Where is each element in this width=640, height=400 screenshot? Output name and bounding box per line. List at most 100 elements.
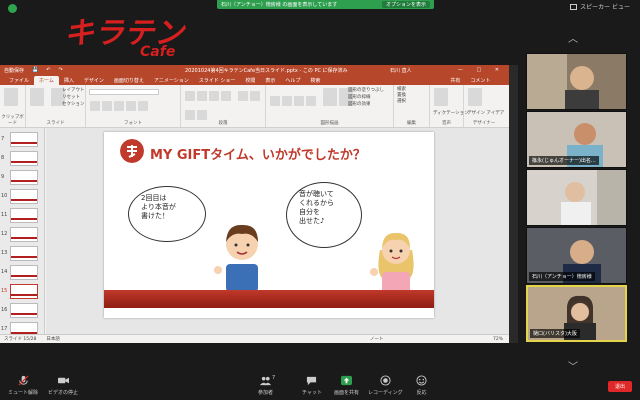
- save-icon[interactable]: 💾: [32, 67, 38, 73]
- zoom-level[interactable]: 72%: [493, 337, 503, 342]
- slide-thumbnail[interactable]: [10, 284, 38, 299]
- font-color-icon[interactable]: [138, 101, 148, 111]
- slide-15[interactable]: MY GIFTタイム、いかがでしたか？ 2回目は より本音が 書けた！ 音が聴い…: [104, 132, 434, 318]
- shared-screen-scrollbar: [509, 65, 518, 343]
- autosave-label[interactable]: 自動保存: [4, 67, 24, 74]
- bold-icon[interactable]: [90, 101, 100, 111]
- redo-icon[interactable]: ↷: [58, 67, 62, 73]
- ribbon-tab[interactable]: 表示: [260, 76, 280, 85]
- bubble-line: 音が聴いて: [299, 190, 334, 198]
- ribbon-tab[interactable]: スライド ショー: [194, 76, 241, 85]
- security-shield-icon[interactable]: [8, 4, 17, 13]
- chat-bubble-icon: [307, 376, 317, 386]
- speaker-view-toggle[interactable]: スピーカー ビュー: [570, 2, 630, 11]
- ppt-title-bar: 自動保存 💾 ↶ ↷ 20201024第4回キラテンCafe当日スライド.ppt…: [0, 65, 509, 75]
- thumbnail-band: [11, 218, 37, 220]
- reactions-button[interactable]: 反応: [416, 375, 427, 396]
- line-spacing-icon[interactable]: [221, 91, 231, 101]
- participant-tile[interactable]: 篠永(じゅんオーナー)出名...: [526, 111, 627, 168]
- ribbon-tab[interactable]: デザイン: [79, 76, 109, 85]
- participant-tile-active-speaker[interactable]: 樋口(バリスタ)大阪: [526, 285, 627, 342]
- share-button[interactable]: 共有: [445, 76, 465, 85]
- design-ideas-button[interactable]: デザイン アイデア: [467, 111, 504, 117]
- stop-video-button[interactable]: ビデオの停止: [48, 375, 78, 396]
- microphone-icon[interactable]: [434, 88, 448, 106]
- participant-tile[interactable]: 石川（アンチョー）徳房様: [526, 227, 627, 284]
- slide-thumbnail[interactable]: [10, 132, 38, 147]
- ribbon-tab[interactable]: ホーム: [34, 76, 59, 85]
- chat-button[interactable]: チャット: [302, 375, 322, 396]
- slide-thumbnail[interactable]: [10, 151, 38, 166]
- slide-thumbnail[interactable]: [10, 208, 38, 223]
- ribbon-group-paragraph: 段落: [181, 85, 266, 127]
- dictation-button[interactable]: ディクテーション: [433, 111, 469, 117]
- italic-icon[interactable]: [102, 101, 112, 111]
- align-right-icon[interactable]: [185, 110, 195, 120]
- thumbnail-number: 8: [1, 155, 5, 161]
- ribbon-tab[interactable]: 挿入: [59, 76, 79, 85]
- ribbon-tab[interactable]: ファイル: [4, 76, 34, 85]
- bullets-icon[interactable]: [185, 91, 195, 101]
- columns-icon[interactable]: [197, 110, 207, 120]
- options-button[interactable]: オプションを表示: [381, 1, 430, 8]
- paste-icon[interactable]: [4, 88, 18, 106]
- share-screen-button[interactable]: 画面を共有: [334, 375, 359, 396]
- leave-meeting-button[interactable]: 退出: [608, 381, 632, 392]
- window-controls[interactable]: — □ ✕: [458, 67, 505, 73]
- ribbon-tab[interactable]: 画面切り替え: [109, 76, 149, 85]
- comments-button[interactable]: コメント: [465, 76, 495, 85]
- ribbon-tab[interactable]: ヘルプ: [280, 76, 305, 85]
- ribbon-tab[interactable]: アニメーション: [149, 76, 194, 85]
- shape-effect-button[interactable]: 図形の効果: [348, 102, 371, 108]
- notes-button[interactable]: ノート: [370, 336, 384, 342]
- ribbon-tab[interactable]: 検索: [305, 76, 325, 85]
- ribbon-group-label: 図形描画: [320, 121, 339, 126]
- strike-icon[interactable]: [126, 101, 136, 111]
- underline-icon[interactable]: [114, 101, 124, 111]
- layout-button[interactable]: レイアウト: [62, 88, 85, 94]
- slide-thumbnail[interactable]: [10, 189, 38, 204]
- mute-label: ミュート解除: [8, 390, 39, 396]
- participants-button[interactable]: 参加者: [258, 375, 273, 396]
- user-name[interactable]: 石川 直人: [390, 67, 412, 74]
- undo-icon[interactable]: ↶: [46, 67, 50, 73]
- select-button[interactable]: 選択: [397, 99, 426, 105]
- reset-button[interactable]: リセット: [62, 95, 80, 101]
- new-slide-icon[interactable]: [30, 88, 44, 106]
- shape-icon[interactable]: [294, 96, 304, 106]
- slide-thumbnail[interactable]: [10, 170, 38, 185]
- arrange-icon[interactable]: [323, 88, 338, 106]
- ribbon-group-designer: デザイン アイデア デザイナー: [464, 85, 504, 127]
- shape-icon[interactable]: [282, 96, 292, 106]
- ribbon-group-editing: 検索 置換 選択 編集: [394, 85, 430, 127]
- slide-canvas-area[interactable]: MY GIFTタイム、いかがでしたか？ 2回目は より本音が 書けた！ 音が聴い…: [46, 128, 509, 334]
- slide-thumbnail-pane[interactable]: 7 8 9 10 11 12 13 14 15 16 17: [0, 128, 45, 337]
- powerpoint-window: 自動保存 💾 ↶ ↷ 20201024第4回キラテンCafe当日スライド.ppt…: [0, 65, 509, 343]
- participant-tile[interactable]: [526, 53, 627, 110]
- record-button[interactable]: レコーディング: [368, 375, 403, 396]
- language-indicator[interactable]: 日本語: [46, 336, 60, 342]
- numbering-icon[interactable]: [197, 91, 207, 101]
- design-ideas-icon[interactable]: [468, 88, 482, 106]
- indent-icon[interactable]: [209, 91, 219, 101]
- thumbnail-number: 11: [1, 212, 8, 218]
- bubble-line: 自分を: [299, 208, 320, 216]
- slide-thumbnail[interactable]: [10, 227, 38, 242]
- shape-icon[interactable]: [306, 96, 316, 106]
- slide-thumbnail[interactable]: [10, 303, 38, 318]
- slide-thumbnail[interactable]: [10, 265, 38, 280]
- section-button[interactable]: セクション: [62, 102, 85, 108]
- participant-tile[interactable]: [526, 169, 627, 226]
- ribbon-tab[interactable]: 校閲: [240, 76, 260, 85]
- chevron-up-icon[interactable]: ︿: [568, 30, 578, 45]
- shape-icon[interactable]: [270, 96, 280, 106]
- align-center-icon[interactable]: [250, 91, 261, 101]
- ribbon-group-label: スライド: [46, 121, 65, 126]
- font-name-select[interactable]: [89, 89, 159, 95]
- record-icon: [380, 375, 391, 386]
- mute-button[interactable]: ミュート解除: [8, 375, 38, 396]
- shape-fill-button[interactable]: 図形の塗りつぶし: [348, 88, 384, 94]
- shape-outline-button[interactable]: 図形の枠線: [348, 95, 371, 101]
- align-left-icon[interactable]: [238, 91, 249, 101]
- slide-thumbnail[interactable]: [10, 246, 38, 261]
